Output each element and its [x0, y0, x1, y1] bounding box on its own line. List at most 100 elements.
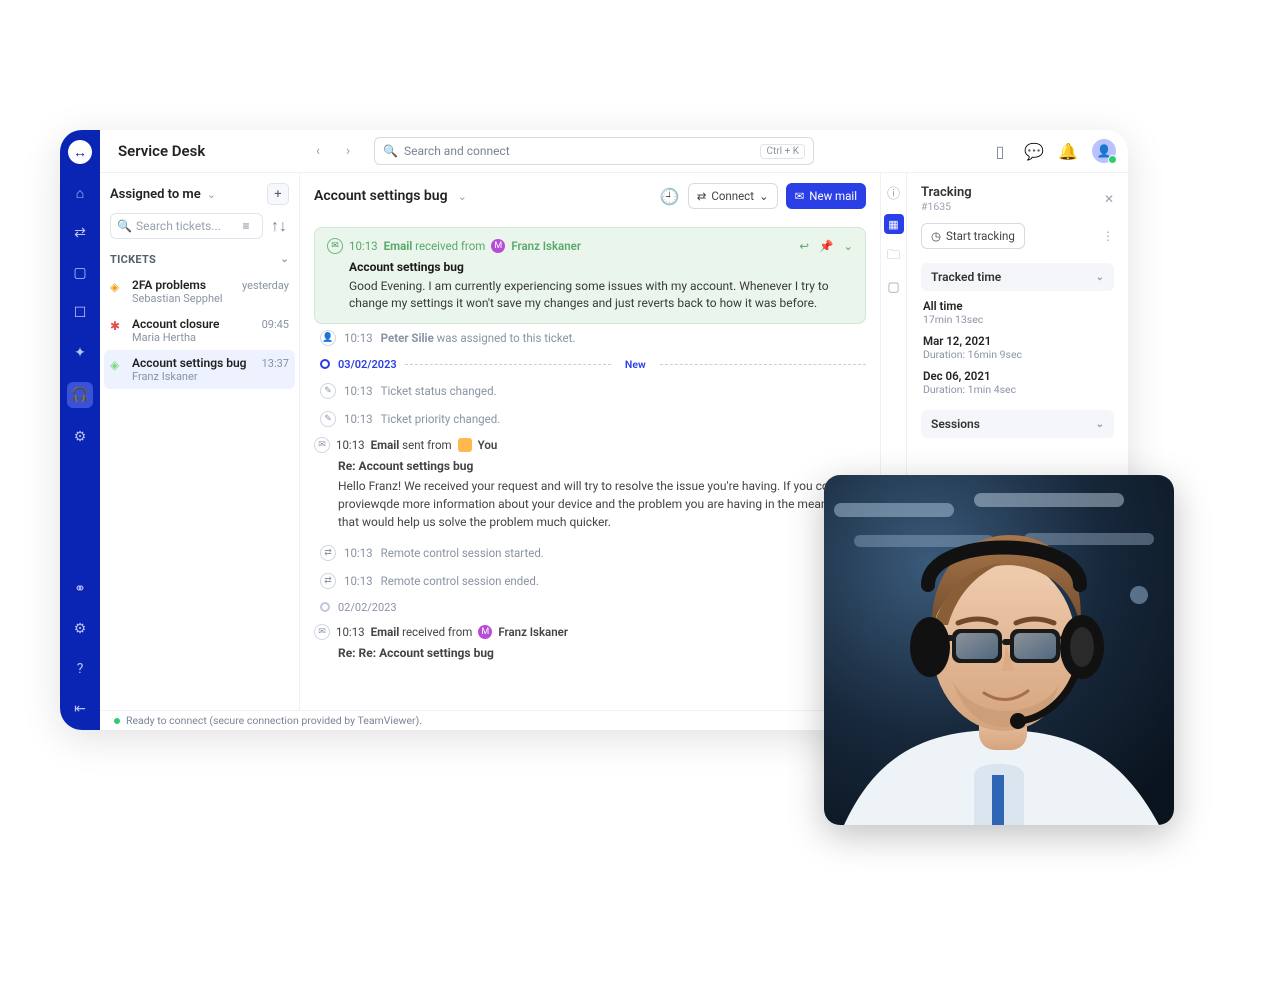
ticket-time: 09:45: [262, 318, 289, 331]
status-text: Ready to connect (secure connection prov…: [126, 714, 422, 727]
priority-icon: ◈: [110, 358, 124, 372]
incoming-email[interactable]: ✉ 10:13 Email received from M Franz Iska…: [314, 620, 866, 672]
sep-date: 03/02/2023: [338, 358, 397, 371]
mail-icon: ✉: [327, 238, 343, 254]
rail-settings-icon[interactable]: ⚙: [69, 426, 91, 448]
note-icon[interactable]: ▢: [887, 280, 899, 295]
topbar: Service Desk ‹ › 🔍 Search and connect Ct…: [100, 130, 1128, 172]
status-dot-icon: [114, 718, 120, 724]
timeline-event: ✎ 10:13 Ticket priority changed.: [314, 405, 866, 433]
global-search[interactable]: 🔍 Search and connect Ctrl + K: [374, 137, 814, 165]
ticket-item-active[interactable]: ◈ Account settings bug13:37 Franz Iskane…: [104, 350, 295, 389]
rail-users-icon[interactable]: ⚭: [69, 578, 91, 600]
ev-text: was assigned to this ticket.: [434, 331, 576, 345]
ticket-requester: Franz Iskaner: [132, 370, 289, 383]
tickets-section-toggle[interactable]: TICKETS ⌄: [100, 247, 299, 272]
status-icon: ✎: [320, 411, 336, 427]
ev-time: 10:13: [344, 574, 373, 588]
section-label: Sessions: [931, 417, 980, 431]
ticket-title: 2FA problems: [132, 278, 206, 292]
status-icon: ✎: [320, 383, 336, 399]
sidebar-filter[interactable]: Assigned to me ⌄ +: [100, 173, 299, 213]
chevron-down-icon[interactable]: ⌄: [843, 239, 853, 253]
avatar-chip: [458, 438, 472, 452]
ticket-item[interactable]: ◈ 2FA problemsyesterday Sebastian Sepphe…: [100, 272, 299, 311]
incoming-email[interactable]: ✉ 10:13 Email received from M Franz Iska…: [314, 227, 866, 324]
rail-home-icon[interactable]: ⌂: [69, 182, 91, 204]
rail-collapse-icon[interactable]: ⇤: [69, 698, 91, 720]
rail-transfer-icon[interactable]: ⇄: [69, 222, 91, 244]
rail-gear-icon[interactable]: ⚙: [69, 618, 91, 640]
start-tracking-button[interactable]: ◷ Start tracking: [921, 223, 1025, 249]
session-icon: ⇄: [320, 545, 336, 561]
label-rest: received from: [402, 625, 472, 639]
chevron-down-icon: ⌄: [1096, 272, 1104, 283]
chat-icon[interactable]: 💬: [1024, 141, 1044, 161]
outgoing-email[interactable]: ✉ 10:13 Email sent from You Re: Account …: [314, 433, 866, 539]
bell-icon[interactable]: 🔔: [1058, 141, 1078, 161]
info-icon[interactable]: ⓘ: [887, 183, 900, 202]
timeline-event: ✎ 10:13 Ticket status changed.: [314, 377, 866, 405]
new-mail-button[interactable]: ✉New mail: [786, 183, 866, 209]
nav-back-icon[interactable]: ‹: [306, 139, 330, 163]
msg-subject: Account settings bug: [349, 260, 853, 274]
stats-icon[interactable]: ▦: [884, 214, 904, 234]
new-mail-label: New mail: [809, 189, 857, 203]
detail-header: Account settings bug ⌄ 🕘 ⇄Connect⌄ ✉New …: [300, 173, 880, 219]
transfer-icon: ⇄: [697, 189, 707, 203]
metric-label: Mar 12, 2021: [923, 334, 1112, 348]
ticket-item[interactable]: ✱ Account closure09:45 Maria Hertha: [100, 311, 299, 350]
tracked-time-toggle[interactable]: Tracked time ⌄: [921, 263, 1114, 291]
sep-date: 02/02/2023: [338, 601, 397, 614]
sep-dot-icon: [320, 602, 330, 612]
rail-inbox-icon[interactable]: ☐: [69, 302, 91, 324]
filter-label: Assigned to me: [110, 187, 201, 202]
sessions-toggle[interactable]: Sessions ⌄: [921, 410, 1114, 438]
rail-help-icon[interactable]: ?: [69, 658, 91, 680]
search-icon: 🔍: [383, 144, 398, 158]
ticket-requester: Sebastian Sepphel: [132, 292, 289, 305]
ev-time: 10:13: [344, 384, 373, 398]
reply-icon[interactable]: ↩: [799, 239, 809, 253]
chevron-down-icon: ⌄: [280, 254, 289, 265]
user-icon: 👤: [320, 330, 336, 346]
connect-button[interactable]: ⇄Connect⌄: [688, 183, 778, 209]
rail-workflow-icon[interactable]: ✦: [69, 342, 91, 364]
ticket-time: 13:37: [262, 357, 289, 370]
msg-subject: Re: Re: Account settings bug: [338, 646, 866, 660]
metric-label: Dec 06, 2021: [923, 369, 1112, 383]
kebab-icon[interactable]: ⋮: [1102, 229, 1114, 243]
folder-icon[interactable]: 🗀: [887, 246, 900, 268]
timeline-event: ⇄ 10:13 Remote control session started.: [314, 539, 866, 567]
priority-icon: ✱: [110, 319, 124, 333]
msg-time: 10:13: [336, 625, 365, 639]
mail-icon: ✉: [314, 437, 330, 453]
ticket-requester: Maria Hertha: [132, 331, 289, 344]
user-avatar[interactable]: 👤: [1092, 139, 1116, 163]
rail-servicedesk-icon[interactable]: 🎧: [67, 382, 93, 408]
ticket-search[interactable]: 🔍 Search tickets... ≡: [110, 213, 263, 239]
metric-value: 17min 13sec: [923, 313, 1112, 326]
avatar-chip: M: [478, 625, 492, 639]
msg-from: You: [478, 438, 498, 452]
ticket-sidebar: Assigned to me ⌄ + 🔍 Search tickets... ≡…: [100, 173, 300, 730]
device-icon[interactable]: ▯: [990, 141, 1010, 161]
nav-forward-icon[interactable]: ›: [336, 139, 360, 163]
timeline-event: 👤 10:13 Peter Silie was assigned to this…: [314, 324, 866, 352]
priority-icon: ◈: [110, 280, 124, 294]
sort-icon[interactable]: ↑↓: [269, 216, 289, 236]
rail-devices-icon[interactable]: ▢: [69, 262, 91, 284]
filter-icon[interactable]: ≡: [236, 216, 256, 236]
chevron-down-icon: ⌄: [1096, 419, 1104, 430]
session-icon: ⇄: [320, 573, 336, 589]
msg-time: 10:13: [336, 438, 365, 452]
app-logo-icon: ↔: [68, 140, 92, 164]
chevron-down-icon[interactable]: ⌄: [458, 190, 467, 203]
timeline: ✉ 10:13 Email received from M Franz Iska…: [300, 219, 880, 730]
add-ticket-button[interactable]: +: [267, 183, 289, 205]
clock-icon[interactable]: 🕘: [660, 186, 680, 206]
pin-icon[interactable]: 📌: [819, 239, 833, 253]
ev-time: 10:13: [344, 331, 373, 345]
close-icon[interactable]: ✕: [1104, 192, 1114, 206]
label-email: Email: [371, 625, 400, 639]
